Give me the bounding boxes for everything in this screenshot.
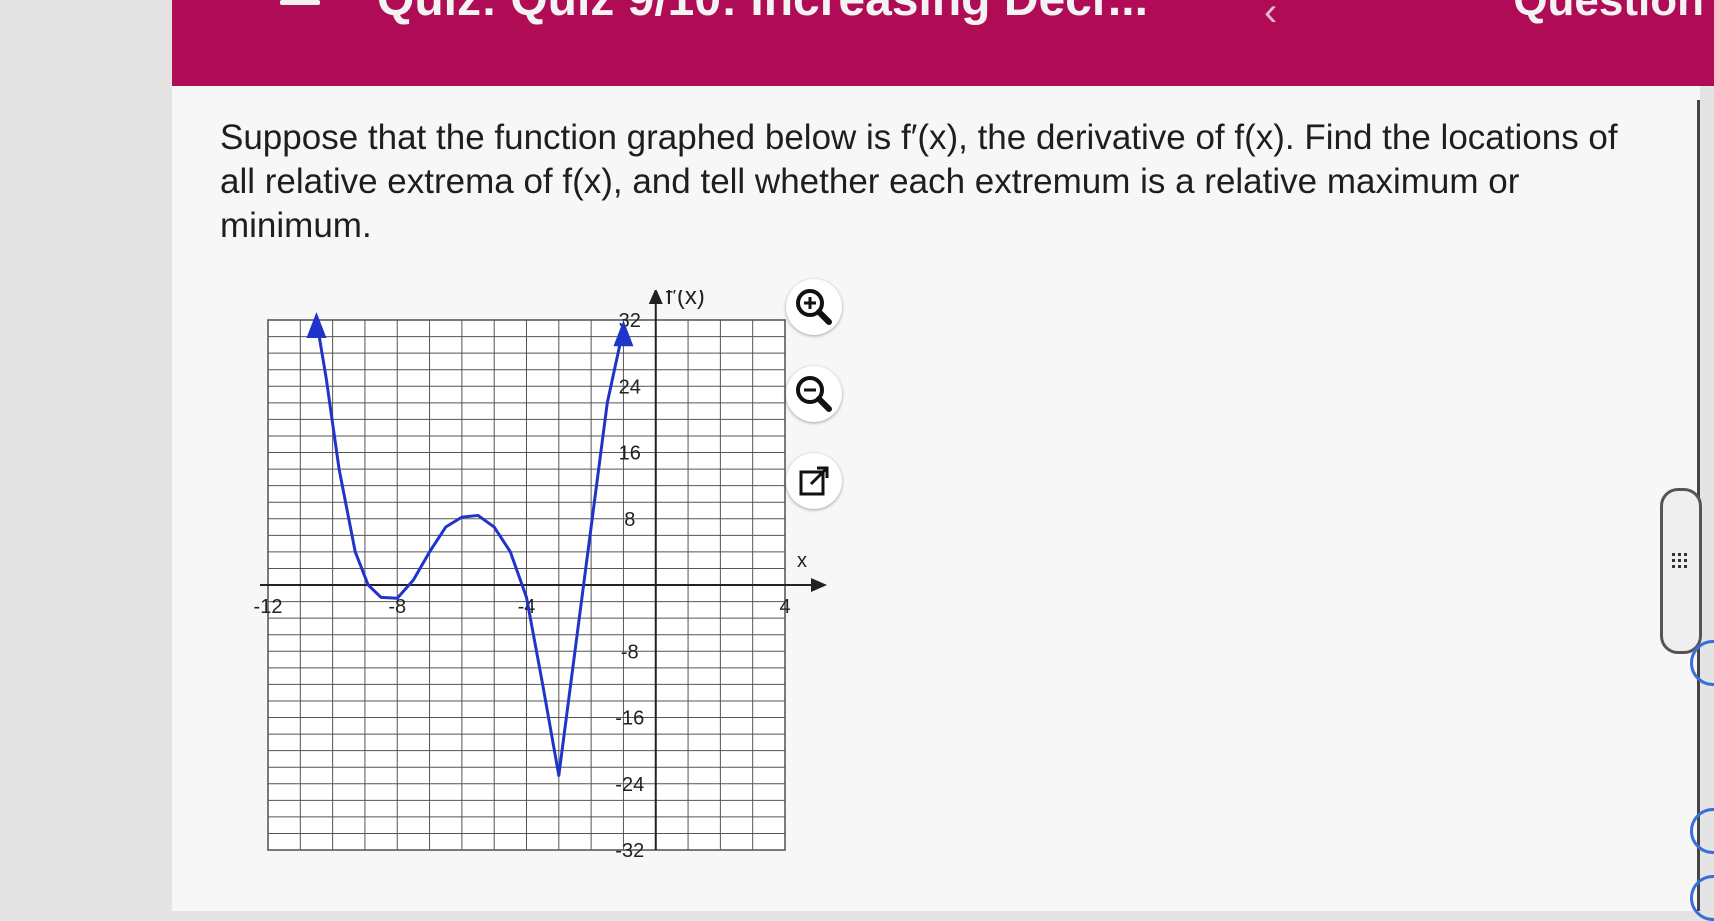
question-text: Suppose that the function graphed below … [220, 118, 1618, 245]
y-tick-label: -16 [615, 708, 644, 730]
y-tick-label: -8 [621, 641, 639, 663]
y-axis-label: f′(x) [666, 290, 705, 310]
y-axis-arrow [648, 290, 663, 304]
chevron-left-icon[interactable]: ‹ [1264, 0, 1277, 35]
grip-dots-icon [1672, 553, 1690, 571]
question-label[interactable]: Question [1513, 0, 1704, 26]
zoom-out-button[interactable] [786, 366, 842, 422]
x-tick-label: -12 [254, 596, 283, 618]
y-tick-label: -32 [615, 840, 644, 862]
y-tick-label: -24 [615, 774, 644, 796]
quiz-title: Quiz: Quiz 9/10: Increasing Decr... [377, 0, 1148, 27]
hamburger-menu-icon[interactable] [280, 0, 320, 14]
x-tick-label: 4 [779, 596, 790, 618]
y-tick-label: 16 [619, 443, 641, 465]
scrollbar-handle[interactable] [1660, 488, 1702, 654]
quiz-header: Quiz: Quiz 9/10: Increasing Decr... ‹ Qu… [172, 0, 1714, 86]
zoom-in-button[interactable] [786, 279, 842, 335]
zoom-in-icon [796, 289, 832, 325]
y-tick-label: 8 [624, 509, 635, 531]
external-link-icon [799, 466, 829, 496]
x-axis-label: x [797, 550, 807, 572]
x-axis-arrow [811, 578, 827, 592]
popout-button[interactable] [786, 453, 842, 509]
left-gutter [0, 0, 172, 911]
zoom-out-icon [796, 376, 832, 412]
y-tick-label: 24 [619, 376, 641, 398]
derivative-graph[interactable]: xf′(x)-12 -8 -4 43224168-8-16-24-32 [250, 290, 850, 880]
